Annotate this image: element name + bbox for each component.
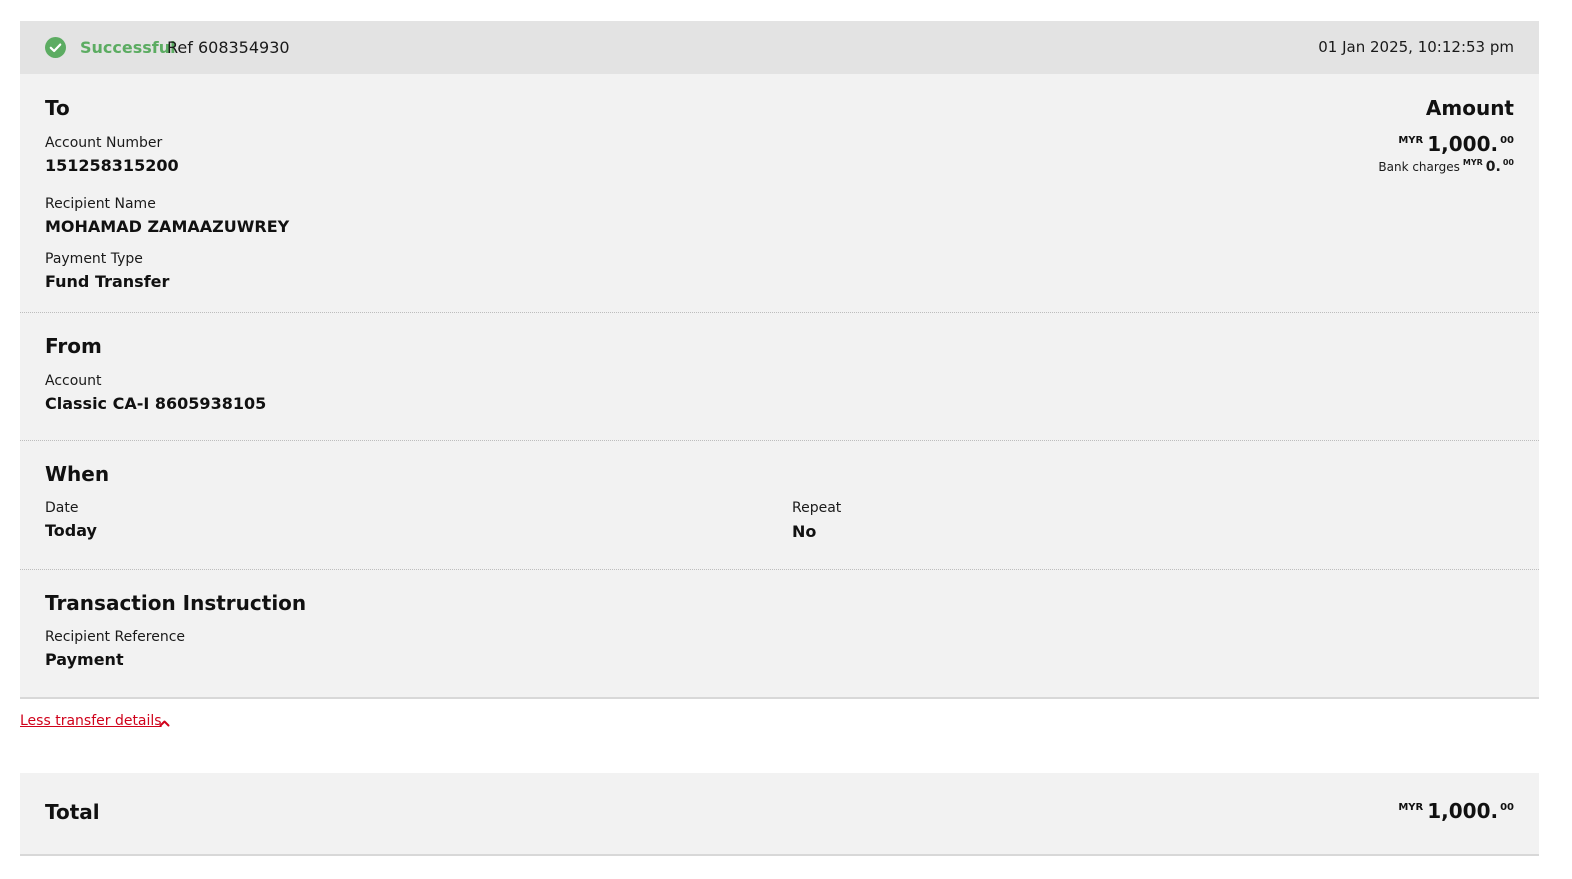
to-section: To Account Number 151258315200 Recipient… <box>20 74 1539 312</box>
transfer-receipt-card: Successful Ref 608354930 01 Jan 2025, 10… <box>20 21 1539 697</box>
recipient-name-value: MOHAMAD ZAMAAZUWREY <box>45 217 290 236</box>
date-value: Today <box>45 521 97 540</box>
total-card: Total MYR 1,000. 00 <box>20 773 1539 854</box>
amount-heading: Amount <box>1425 96 1514 120</box>
chevron-up-icon[interactable] <box>159 719 170 727</box>
amount-block: Amount MYR 1,000. 00 Bank charges MYR 0. 00 <box>1378 96 1514 175</box>
total-main: 1,000. <box>1427 799 1499 823</box>
bank-charges-cents: 00 <box>1502 158 1514 167</box>
when-heading: When <box>45 462 110 486</box>
account-number-value: 151258315200 <box>45 156 179 175</box>
repeat-value: No <box>792 522 817 541</box>
bank-charges-main: 0. <box>1485 159 1501 175</box>
transaction-instruction-heading: Transaction Instruction <box>45 591 307 615</box>
to-heading: To <box>45 96 70 120</box>
from-account-label: Account <box>45 373 102 389</box>
payment-type-value: Fund Transfer <box>45 272 170 291</box>
transaction-instruction-section: Transaction Instruction Recipient Refere… <box>20 570 1539 697</box>
check-circle-icon <box>45 37 66 58</box>
recipient-reference-label: Recipient Reference <box>45 629 185 645</box>
from-account-value: Classic CA-I 8605938105 <box>45 394 267 413</box>
reference-number: Ref 608354930 <box>167 38 290 57</box>
recipient-name-label: Recipient Name <box>45 196 156 212</box>
from-heading: From <box>45 334 102 358</box>
total-cents: 00 <box>1500 802 1514 813</box>
payment-type-label: Payment Type <box>45 251 143 267</box>
total-label: Total <box>45 800 100 824</box>
status-header: Successful Ref 608354930 01 Jan 2025, 10… <box>20 21 1539 74</box>
bank-charges-currency: MYR <box>1462 158 1483 167</box>
when-section: When Date Today Repeat No <box>20 441 1539 569</box>
date-label: Date <box>45 500 79 516</box>
account-number-label: Account Number <box>45 135 163 151</box>
amount-cents: 00 <box>1500 135 1514 146</box>
amount-value: MYR 1,000. 00 <box>1378 132 1514 156</box>
recipient-reference-value: Payment <box>45 650 124 669</box>
repeat-label: Repeat <box>792 500 842 516</box>
bank-charges-label: Bank charges <box>1378 160 1460 174</box>
total-amount: MYR 1,000. 00 <box>1398 799 1514 823</box>
status-label: Successful <box>80 38 176 57</box>
transaction-timestamp: 01 Jan 2025, 10:12:53 pm <box>1318 38 1514 56</box>
amount-main: 1,000. <box>1427 132 1499 156</box>
less-transfer-details-link[interactable]: Less transfer details <box>20 713 162 729</box>
amount-currency: MYR <box>1398 135 1424 146</box>
total-currency: MYR <box>1398 802 1424 813</box>
from-section: From Account Classic CA-I 8605938105 <box>20 313 1539 440</box>
bank-charges: Bank charges MYR 0. 00 <box>1378 158 1514 175</box>
